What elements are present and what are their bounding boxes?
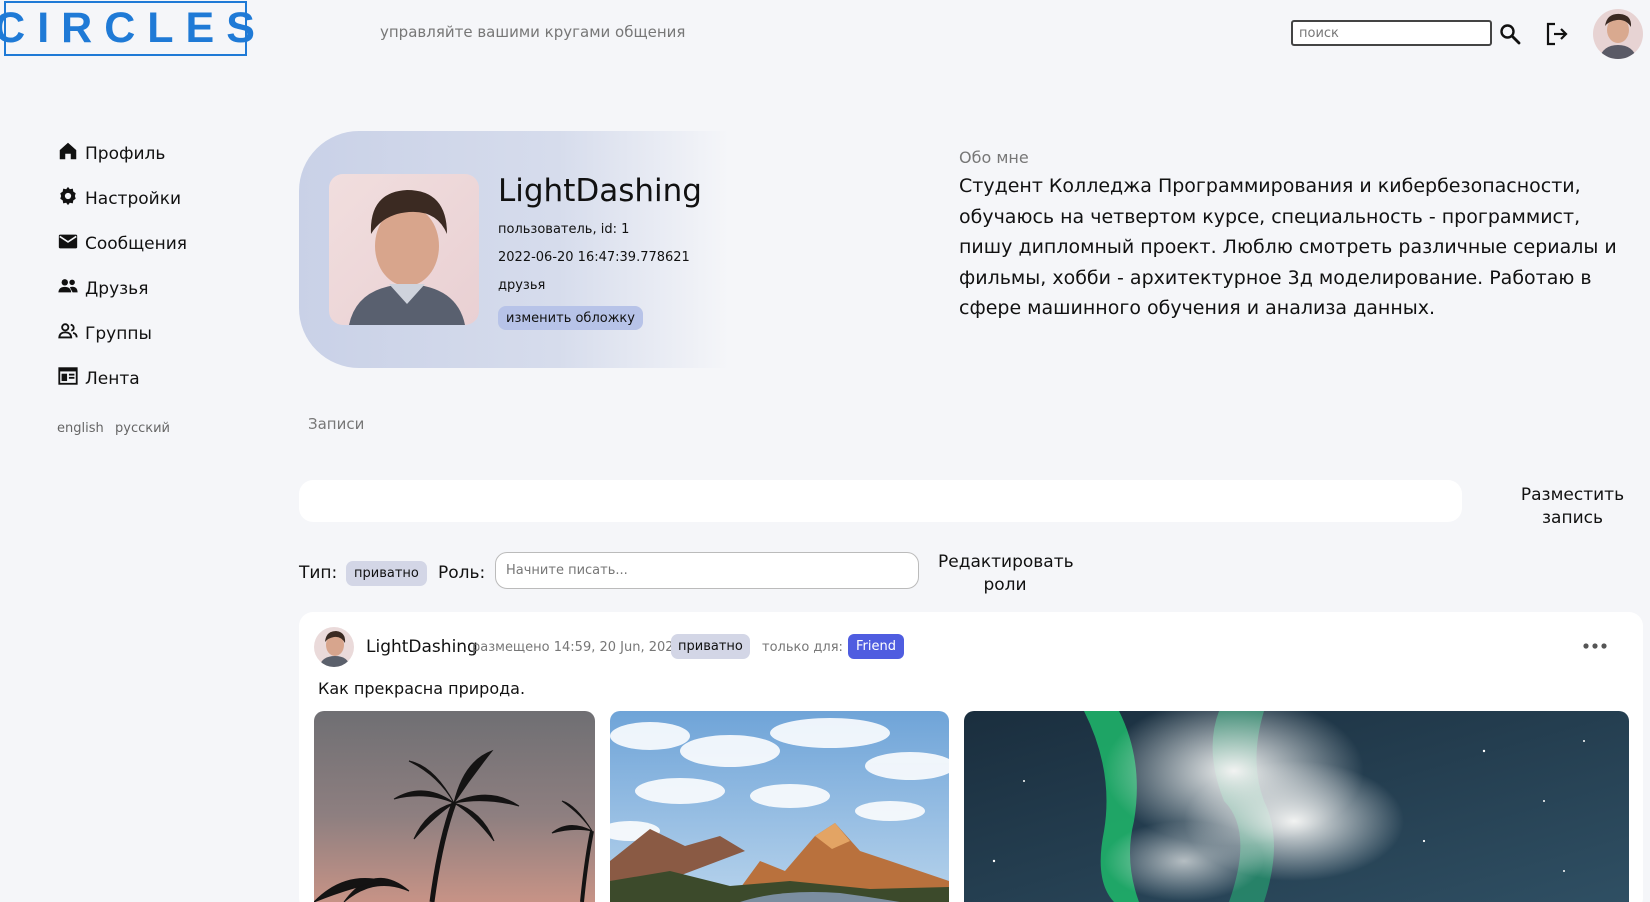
mail-icon bbox=[57, 230, 79, 257]
post-type-badge: приватно bbox=[671, 634, 750, 659]
sidebar-item-label: Настройки bbox=[85, 188, 182, 209]
logout-icon[interactable] bbox=[1544, 21, 1570, 47]
role-input[interactable] bbox=[495, 552, 919, 589]
user-avatar[interactable] bbox=[1593, 9, 1643, 59]
search-icon[interactable] bbox=[1498, 22, 1522, 46]
profile-username: LightDashing bbox=[498, 173, 702, 209]
search-input[interactable] bbox=[1291, 20, 1492, 46]
post-image-palms[interactable] bbox=[314, 711, 595, 902]
about-label: Обо мне bbox=[959, 148, 1029, 167]
sidebar-item-profile[interactable]: Профиль bbox=[57, 140, 165, 167]
audience-badge: Friend bbox=[848, 634, 904, 659]
app-tagline: управляйте вашими кругами общения bbox=[380, 23, 686, 41]
profile-role: пользователь, id: 1 bbox=[498, 222, 630, 237]
profile-timestamp: 2022-06-20 16:47:39.778621 bbox=[498, 250, 690, 265]
sidebar-item-friends[interactable]: Друзья bbox=[57, 275, 148, 302]
sidebar-item-settings[interactable]: Настройки bbox=[57, 185, 181, 212]
post-image-mountains[interactable] bbox=[610, 711, 949, 902]
post-text: Как прекрасна природа. bbox=[318, 679, 526, 698]
more-options-icon[interactable] bbox=[1582, 638, 1608, 654]
post-author-name[interactable]: LightDashing bbox=[366, 637, 478, 657]
sidebar-item-label: Сообщения bbox=[85, 233, 188, 254]
type-label: Тип: bbox=[299, 563, 338, 583]
sidebar-item-feed[interactable]: Лента bbox=[57, 365, 140, 392]
about-text: Студент Колледжа Программирования и кибе… bbox=[959, 175, 1617, 319]
change-cover-button[interactable]: изменить обложку bbox=[498, 306, 643, 330]
post-author-avatar[interactable] bbox=[314, 627, 354, 667]
profile-relation: друзья bbox=[498, 278, 546, 293]
profile-photo bbox=[329, 174, 479, 325]
sidebar-item-label: Группы bbox=[85, 323, 152, 344]
sidebar-item-label: Лента bbox=[85, 368, 140, 389]
sidebar-item-groups[interactable]: Группы bbox=[57, 320, 152, 347]
gear-icon bbox=[57, 185, 79, 212]
sidebar-item-label: Друзья bbox=[85, 278, 149, 299]
post-composer-input[interactable] bbox=[299, 480, 1462, 522]
group-icon bbox=[57, 320, 79, 347]
only-for-label: только для: bbox=[762, 640, 843, 655]
post-type-selector[interactable]: приватно bbox=[346, 561, 427, 586]
publish-post-button[interactable]: Разместить запись bbox=[1500, 484, 1645, 530]
post-image-aurora[interactable] bbox=[964, 711, 1629, 902]
records-label: Записи bbox=[308, 415, 365, 433]
sidebar-item-messages[interactable]: Сообщения bbox=[57, 230, 187, 257]
edit-roles-button[interactable]: Редактировать роли bbox=[938, 551, 1074, 597]
language-russian[interactable]: русский bbox=[115, 421, 170, 436]
app-logo[interactable]: CIRCLES bbox=[0, 1, 255, 56]
role-label: Роль: bbox=[438, 563, 486, 583]
sidebar-item-label: Профиль bbox=[85, 143, 166, 164]
people-icon bbox=[57, 275, 79, 302]
feed-icon bbox=[57, 365, 79, 392]
post-timestamp: размещено 14:59, 20 Jun, 2022 bbox=[472, 640, 682, 655]
language-english[interactable]: english bbox=[57, 421, 104, 436]
home-icon bbox=[57, 140, 79, 167]
